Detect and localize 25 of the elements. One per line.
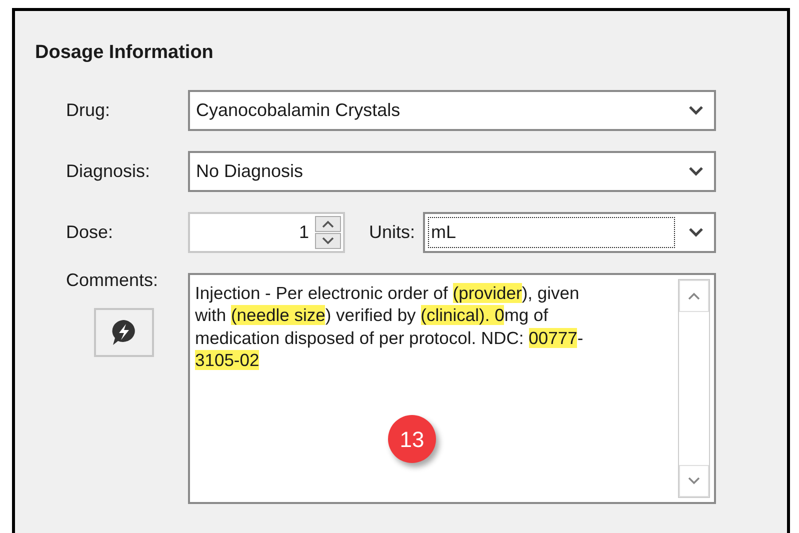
chevron-up-icon — [688, 292, 700, 300]
quick-text-button[interactable] — [94, 308, 154, 356]
field-label: Dose: — [66, 220, 114, 244]
comment-text-line: medication disposed of per protocol. NDC: 00777- — [195, 326, 584, 349]
chevron-up-icon — [322, 220, 334, 228]
dose-spinbox[interactable]: 1 — [188, 212, 345, 252]
scroll-up-button[interactable] — [679, 280, 709, 312]
comment-text-line: with (needle size) verified by (clinical). 0mg of — [195, 304, 550, 326]
field-label: Drug: — [66, 98, 112, 122]
chevron-down-icon — [688, 104, 704, 116]
comment-text-line: Injection - Per electronic order of (provider), given — [195, 282, 580, 304]
units-dropdown[interactable]: mL — [423, 212, 716, 252]
chevron-down-icon — [688, 476, 700, 484]
field-label: Units: — [369, 220, 416, 244]
chevron-down-icon — [688, 165, 704, 177]
field-label: Diagnosis: — [66, 160, 152, 183]
chevron-down-icon — [322, 236, 334, 244]
diagnosis-dropdown[interactable]: No Diagnosis — [188, 150, 716, 192]
drug-dropdown[interactable]: Cyanocobalamin Crystals — [188, 90, 716, 130]
field-label: Comments: — [66, 268, 160, 292]
chevron-down-icon — [688, 226, 704, 238]
spin-up-button[interactable] — [315, 216, 341, 232]
scroll-down-button[interactable] — [679, 464, 709, 496]
spin-down-button[interactable] — [315, 232, 341, 248]
section-title: Dosage Information — [35, 41, 214, 65]
